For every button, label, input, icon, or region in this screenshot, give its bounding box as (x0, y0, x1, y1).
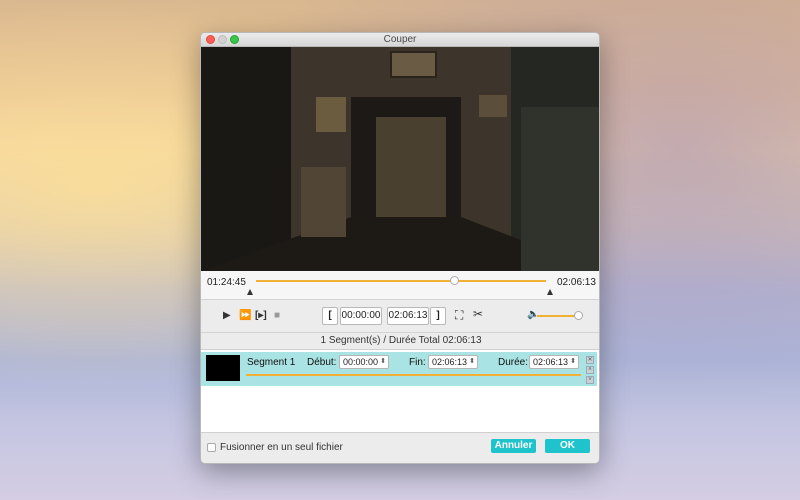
segment-down-icon[interactable]: ˅ (586, 376, 594, 384)
segment-end-value: 02:06:13 (432, 357, 468, 367)
current-time: 01:24:45 (207, 277, 246, 288)
remove-segment-icon[interactable]: ✕ (586, 356, 594, 364)
segment-duration-value: 02:06:13 (533, 357, 569, 367)
play-segment-icon[interactable]: [▸] (255, 310, 267, 321)
crop-icon[interactable]: ⛶ (455, 308, 463, 323)
start-time-field[interactable]: 00:00:00 (340, 307, 382, 325)
segment-start-stepper[interactable]: 00:00:00 ⬍ (339, 355, 389, 369)
volume-slider-handle[interactable] (574, 311, 583, 320)
segment-row[interactable]: Segment 1 Début: 00:00:00 ⬍ Fin: 02:06:1… (201, 352, 597, 386)
segment-thumbnail (206, 355, 240, 381)
segment-duration-stepper[interactable]: 02:06:13 ⬍ (529, 355, 579, 369)
set-start-button[interactable]: [ (322, 307, 338, 325)
stepper-arrows-icon[interactable]: ⬍ (380, 356, 386, 368)
segment-up-icon[interactable]: ˄ (586, 366, 594, 374)
cut-scissors-icon[interactable]: ✂ (473, 307, 483, 321)
cut-window: Couper 01:24:45 02:06:13 ▶ ⏩ [▸] ■ [00:… (200, 32, 600, 464)
merge-checkbox[interactable] (207, 443, 216, 452)
seek-slider-handle[interactable] (450, 276, 459, 285)
stop-icon[interactable]: ■ (274, 310, 280, 321)
window-title: Couper (383, 34, 417, 45)
segment-list: Segment 1 Début: 00:00:00 ⬍ Fin: 02:06:1… (201, 349, 599, 433)
end-time-field[interactable]: 02:06:13 (387, 307, 429, 325)
total-time: 02:06:13 (557, 277, 596, 288)
close-window-button[interactable] (206, 35, 215, 44)
fast-forward-icon[interactable]: ⏩ (239, 310, 251, 321)
play-icon[interactable]: ▶ (223, 310, 231, 321)
segment-name: Segment 1 (247, 357, 296, 368)
segments-summary: 1 Segment(s) / Durée Total 02:06:13 (320, 335, 482, 346)
segment-start-value: 00:00:00 (343, 357, 379, 367)
cancel-button[interactable]: Annuler (491, 439, 536, 453)
video-frame (201, 47, 599, 271)
seek-slider[interactable] (256, 280, 546, 282)
segment-range-bar (246, 374, 581, 376)
start-marker[interactable] (247, 289, 253, 295)
segment-start-label: Début: (307, 357, 337, 368)
end-marker[interactable] (547, 289, 553, 295)
dialog-footer: Fusionner en un seul fichier Annuler OK (201, 433, 599, 463)
stepper-arrows-icon[interactable]: ⬍ (469, 356, 475, 368)
segment-end-label: Fin: (409, 357, 426, 368)
stepper-arrows-icon[interactable]: ⬍ (570, 356, 576, 368)
ok-button[interactable]: OK (545, 439, 590, 453)
segment-end-stepper[interactable]: 02:06:13 ⬍ (428, 355, 478, 369)
set-end-button[interactable]: ] (430, 307, 446, 325)
video-preview (201, 47, 599, 271)
merge-label: Fusionner en un seul fichier (220, 442, 343, 453)
playback-controls: ▶ ⏩ [▸] ■ [ 00:00:00 02:06:13 ] ⛶ ✂ 🔈 (201, 299, 599, 333)
seek-bar-row: 01:24:45 02:06:13 (201, 271, 599, 299)
title-bar: Couper (201, 33, 599, 47)
segment-duration-label: Durée: (498, 357, 529, 368)
zoom-window-button[interactable] (230, 35, 239, 44)
volume-slider[interactable] (537, 315, 577, 317)
minimize-window-button[interactable] (218, 35, 227, 44)
